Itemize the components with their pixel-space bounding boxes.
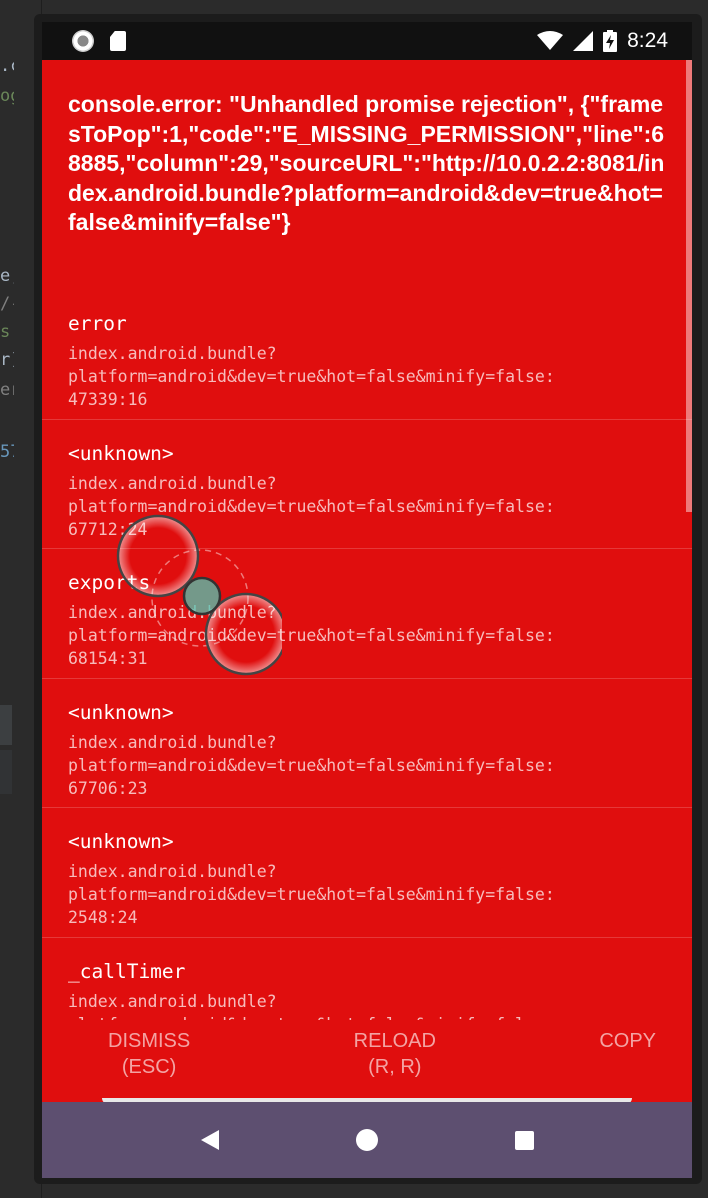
- copy-button[interactable]: COPY: [599, 1028, 656, 1054]
- ide-panel: [0, 750, 12, 794]
- stack-frame-location: index.android.bundle? platform=android&d…: [68, 473, 555, 539]
- stack-frame-location: index.android.bundle? platform=android&d…: [68, 603, 555, 668]
- stack-frame-location: index.android.bundle? platform=android&d…: [68, 344, 555, 409]
- redbox-button-bar: DISMISS (ESC) RELOAD (R, R) COPY: [42, 1020, 692, 1102]
- status-bar: 8:24: [42, 22, 692, 60]
- ide-code-fragment: .c: [0, 56, 14, 76]
- ide-code-fragment: /-: [0, 294, 14, 314]
- stack-frame-function: <unknown>: [68, 441, 174, 465]
- ide-code-fragment: r): [0, 350, 14, 370]
- stack-frame-location: index.android.bundle? platform=android&d…: [68, 991, 555, 1021]
- navigation-bar: [42, 1102, 692, 1178]
- signal-icon: [573, 31, 594, 51]
- stack-frame-location: index.android.bundle? platform=android&d…: [68, 732, 555, 798]
- emulator-screen: 8:24 console.error: "Unhandled promise r…: [42, 22, 692, 1178]
- stack-frame[interactable]: error index.android.bundle? platform=and…: [42, 290, 692, 420]
- stack-frame[interactable]: _callTimer index.android.bundle? platfor…: [42, 938, 692, 1021]
- ide-code-fragment: og: [0, 86, 14, 106]
- ide-code-fragment: s': [0, 322, 14, 342]
- recent-apps-icon[interactable]: [514, 1130, 534, 1150]
- ide-code-fragment: er: [0, 380, 14, 400]
- stack-frame-function: _callTimer: [68, 959, 186, 983]
- dismiss-button[interactable]: DISMISS (ESC): [108, 1028, 190, 1080]
- ide-code-fragment: e,: [0, 266, 14, 286]
- stack-frame[interactable]: <unknown> index.android.bundle? platform…: [42, 420, 692, 549]
- stack-frame-function: <unknown>: [68, 700, 174, 724]
- stack-frame[interactable]: <unknown> index.android.bundle? platform…: [42, 808, 692, 938]
- stack-frame-function: error: [68, 312, 127, 335]
- ide-code-fragment: 57: [0, 442, 14, 462]
- redbox-error-scroll[interactable]: console.error: "Unhandled promise reject…: [42, 60, 692, 1020]
- stack-frame-function: <unknown>: [68, 830, 174, 853]
- scrollbar[interactable]: [686, 60, 692, 512]
- stack-frame-function: exports: [68, 571, 151, 594]
- wifi-icon: [537, 31, 564, 50]
- sync-icon: [72, 30, 94, 52]
- home-icon[interactable]: [355, 1129, 378, 1151]
- stack-frame-location: index.android.bundle? platform=android&d…: [68, 862, 555, 927]
- stack-frame[interactable]: exports index.android.bundle? platform=a…: [42, 549, 692, 679]
- stack-frame[interactable]: <unknown> index.android.bundle? platform…: [42, 679, 692, 808]
- ide-panel: [0, 705, 12, 745]
- error-message: console.error: "Unhandled promise reject…: [68, 91, 665, 235]
- back-icon[interactable]: [200, 1130, 219, 1150]
- stack-trace: error index.android.bundle? platform=and…: [42, 290, 692, 1020]
- sd-card-icon: [110, 31, 126, 51]
- battery-charging-icon: [603, 30, 618, 52]
- reload-button[interactable]: RELOAD (R, R): [354, 1028, 436, 1080]
- status-time: 8:24: [627, 29, 668, 52]
